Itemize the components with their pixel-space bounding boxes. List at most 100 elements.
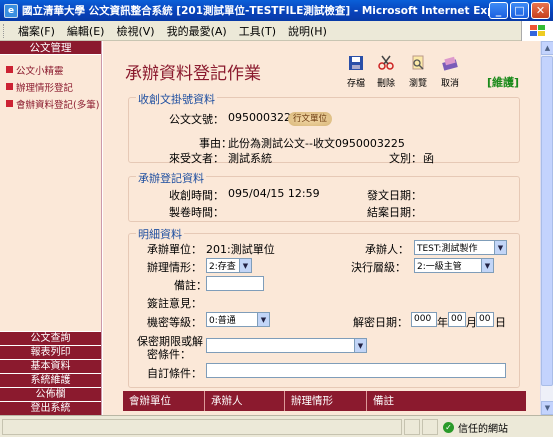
secret-condition-label-line2: 密條件： xyxy=(147,348,191,361)
sidebar-item-doc-wizard[interactable]: 公文小精靈 xyxy=(0,61,101,78)
sidebar-header[interactable]: 公文管理 xyxy=(0,41,101,55)
remark-input[interactable] xyxy=(206,276,264,291)
toolbar-grip[interactable] xyxy=(3,23,6,38)
status-bar: ✓ 信任的網站 xyxy=(0,415,553,437)
sending-unit-stamp: 行文單位 xyxy=(288,112,332,126)
delete-label: 刪除 xyxy=(376,79,395,89)
sidebar-item-label: 會辦資料登記(多筆) xyxy=(16,99,100,111)
maintain-label: [維護] xyxy=(487,76,520,89)
received-time-value: 095/04/15 12:59 xyxy=(228,187,320,200)
sidebar: 公文管理 公文小精靈 辦理情形登記 會辦資料登記(多筆) 公文查詢 報表列印 基… xyxy=(0,41,102,415)
sidebar-bottom-menu: 公文查詢 報表列印 基本資料 系統維護 公佈欄 登出系統 xyxy=(0,331,101,415)
scroll-up-arrow-icon[interactable]: ▲ xyxy=(541,41,553,55)
recipient-label: 來受文者： xyxy=(169,152,224,165)
minimize-button[interactable]: _ xyxy=(489,2,508,19)
security-zone: ✓ 信任的網站 xyxy=(443,420,508,435)
decision-label: 決行層級： xyxy=(351,261,406,274)
chevron-down-icon: ▼ xyxy=(354,339,366,352)
column-header-remark: 備註 xyxy=(373,395,394,407)
day-unit: 日 xyxy=(495,316,506,329)
unit-label: 承辦單位： xyxy=(147,243,202,256)
doc-no-label: 公文文號： xyxy=(169,113,224,126)
year-unit: 年 xyxy=(437,316,448,329)
sidebar-button-basic-data[interactable]: 基本資料 xyxy=(0,359,101,373)
window-title: 國立清華大學 公文資訊整合系統 [201測試單位-TESTFILE測試檢查] -… xyxy=(22,5,489,17)
menu-tools[interactable]: 工具(T) xyxy=(233,23,282,39)
column-header-status: 辦理情形 xyxy=(285,391,367,411)
scissors-icon xyxy=(378,55,394,70)
main-panel: 承辦資料登記作業 存檔 刪除 瀏覽 取消 [維護] 收創文掛號資料 公文文號： … xyxy=(103,41,540,415)
doc-type-value: 函 xyxy=(423,152,434,165)
doc-type-label: 文別： xyxy=(389,152,422,165)
chevron-down-icon: ▼ xyxy=(239,259,251,272)
draft-time-label: 製卷時間： xyxy=(169,206,224,219)
sidebar-button-report-print[interactable]: 報表列印 xyxy=(0,345,101,359)
comment-label: 簽註意見： xyxy=(147,297,202,310)
co-handling-table-header: 會辦單位 承辦人 辦理情形 備註 xyxy=(123,391,526,411)
menu-edit[interactable]: 編輯(E) xyxy=(61,23,111,39)
sidebar-button-system-maintenance[interactable]: 系統維護 xyxy=(0,373,101,387)
save-button[interactable]: 存檔 xyxy=(343,55,369,89)
menu-favorites[interactable]: 我的最愛(A) xyxy=(161,23,233,39)
page-content: 公文管理 公文小精靈 辦理情形登記 會辦資料登記(多筆) 公文查詢 報表列印 基… xyxy=(0,41,540,415)
scroll-down-arrow-icon[interactable]: ▼ xyxy=(541,401,553,415)
menu-bar: 檔案(F) 編輯(E) 檢視(V) 我的最愛(A) 工具(T) 說明(H) xyxy=(0,21,553,41)
status-label: 辦理情形： xyxy=(147,261,202,274)
status-pane-2 xyxy=(422,419,438,435)
sidebar-button-doc-query[interactable]: 公文查詢 xyxy=(0,331,101,345)
received-time-label: 收創時間： xyxy=(169,189,224,202)
handler-select[interactable]: TEST:測試製作 ▼ xyxy=(414,240,507,255)
maximize-button[interactable]: □ xyxy=(510,2,529,19)
custom-condition-input[interactable] xyxy=(206,363,506,378)
decision-select[interactable]: 2:一級主管 ▼ xyxy=(414,258,494,273)
security-zone-label: 信任的網站 xyxy=(458,424,508,435)
decision-select-value: 2:一級主管 xyxy=(417,262,462,272)
ie-app-icon: e xyxy=(4,3,18,18)
custom-condition-label: 自訂條件： xyxy=(147,367,202,380)
receive-section-title: 收創文掛號資料 xyxy=(136,91,217,107)
sidebar-button-bulletin[interactable]: 公佈欄 xyxy=(0,387,101,401)
chevron-down-icon: ▼ xyxy=(257,313,269,326)
menu-help[interactable]: 說明(H) xyxy=(282,23,333,39)
recipient-value: 測試系統 xyxy=(228,152,272,165)
status-pane-1 xyxy=(404,419,420,435)
bullet-icon xyxy=(6,83,13,90)
browse-button[interactable]: 瀏覽 xyxy=(405,55,431,89)
close-date-label: 結案日期： xyxy=(367,206,422,219)
chevron-down-icon: ▼ xyxy=(494,241,506,254)
status-select-value: 2:存查 xyxy=(209,262,236,272)
window-title-bar[interactable]: e 國立清華大學 公文資訊整合系統 [201測試單位-TESTFILE測試檢查]… xyxy=(0,0,553,21)
delete-button[interactable]: 刪除 xyxy=(373,55,399,89)
sidebar-item-label: 公文小精靈 xyxy=(16,65,64,77)
menu-file[interactable]: 檔案(F) xyxy=(12,23,61,39)
declassify-year-input[interactable]: 000 xyxy=(411,312,437,327)
secret-level-select[interactable]: 0:普通 ▼ xyxy=(206,312,270,327)
menu-view[interactable]: 檢視(V) xyxy=(110,23,160,39)
vertical-scrollbar[interactable]: ▲ ▼ xyxy=(540,41,553,415)
subject-value: 此份為測試公文--收文0950003225 xyxy=(228,137,405,150)
sidebar-item-co-register[interactable]: 會辦資料登記(多筆) xyxy=(0,95,101,112)
save-icon xyxy=(349,56,363,70)
secret-condition-select[interactable]: ▼ xyxy=(206,338,367,353)
cancel-label: 取消 xyxy=(440,79,459,89)
detail-section-title: 明細資料 xyxy=(136,226,184,242)
close-button[interactable]: ✕ xyxy=(531,2,550,19)
secret-level-label: 機密等級： xyxy=(147,316,202,329)
sidebar-button-logout[interactable]: 登出系統 xyxy=(0,401,101,415)
secret-level-select-value: 0:普通 xyxy=(209,316,236,326)
sidebar-item-label: 辦理情形登記 xyxy=(16,82,74,94)
trusted-check-icon: ✓ xyxy=(443,422,454,433)
status-text-pane xyxy=(2,419,402,435)
windows-logo-icon xyxy=(521,21,553,41)
cancel-icon xyxy=(442,56,458,71)
status-select[interactable]: 2:存查 ▼ xyxy=(206,258,252,273)
sidebar-item-status-register[interactable]: 辦理情形登記 xyxy=(0,78,101,95)
declassify-day-input[interactable]: 00 xyxy=(476,312,494,327)
declassify-month-input[interactable]: 00 xyxy=(448,312,466,327)
bullet-icon xyxy=(6,66,13,73)
scrollbar-thumb[interactable] xyxy=(541,56,553,386)
save-label: 存檔 xyxy=(346,79,365,89)
page-title: 承辦資料登記作業 xyxy=(125,64,261,84)
remark-label: 備註： xyxy=(174,279,207,292)
cancel-button[interactable]: 取消 xyxy=(437,55,463,89)
